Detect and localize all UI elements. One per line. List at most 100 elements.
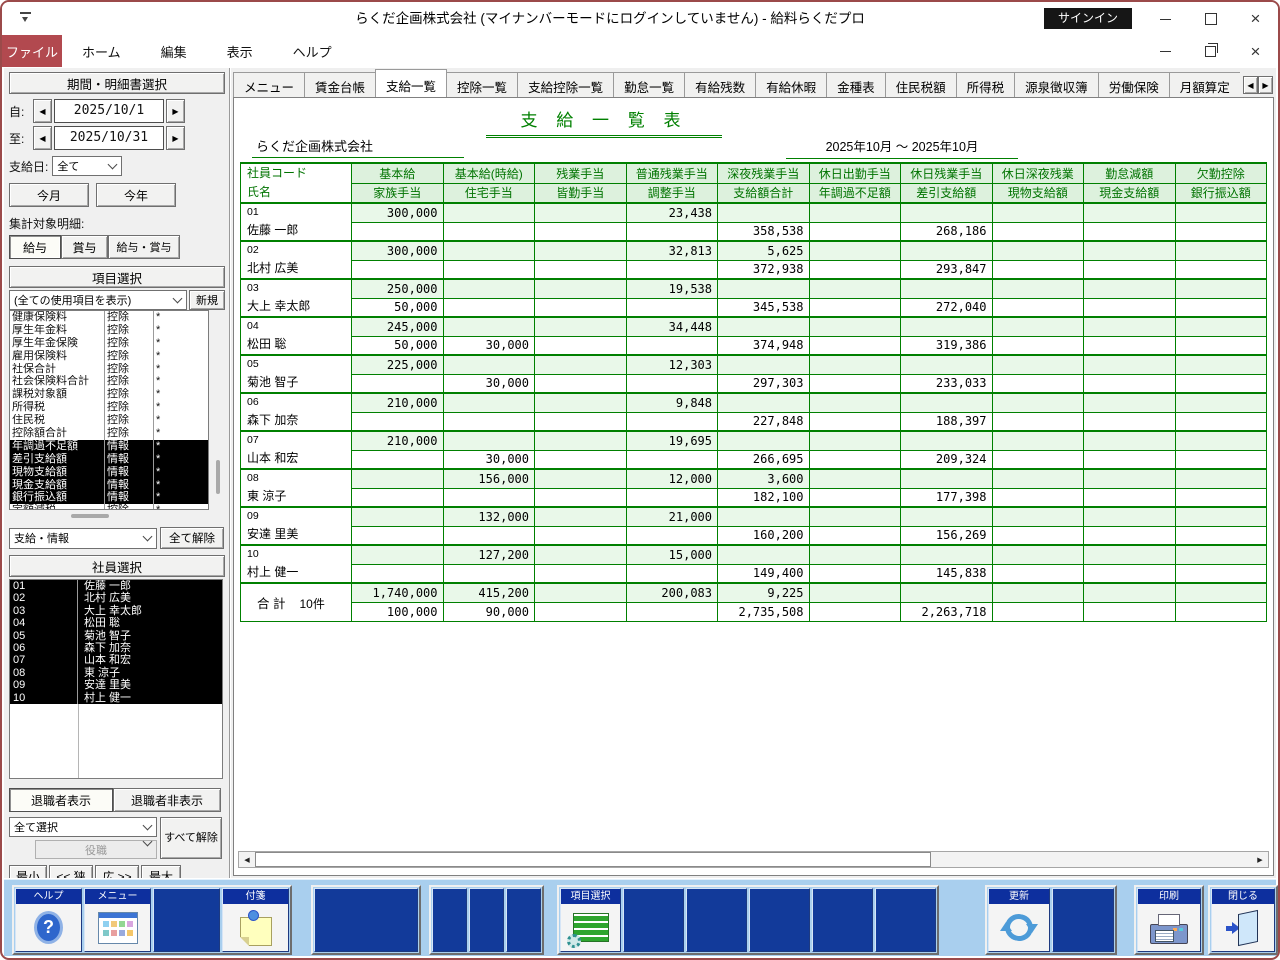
scrollbar-thumb[interactable] (255, 852, 931, 867)
from-date-next-button[interactable]: ▶ (166, 99, 185, 123)
toolbar-button-ヘルプ[interactable]: ヘルプ? (15, 888, 82, 952)
menu-help[interactable]: ヘルプ (273, 35, 352, 67)
item-row[interactable]: 現物支給額情報* (10, 466, 208, 479)
toolbar-button-メニュー[interactable]: メニュー (84, 888, 151, 952)
toolbar-button-閉じる[interactable]: 閉じる (1211, 888, 1275, 952)
toolbar-button-empty[interactable] (875, 888, 936, 952)
from-date-input[interactable]: 2025/10/1 (54, 99, 164, 123)
close-button[interactable]: × (1233, 2, 1278, 35)
payday-select[interactable]: 全て (52, 156, 122, 176)
menu-edit[interactable]: 編集 (141, 35, 207, 67)
toolbar-button-empty[interactable] (469, 888, 504, 952)
employee-row[interactable]: 10村上 健一 (10, 692, 222, 704)
signin-button[interactable]: サインイン (1044, 8, 1132, 29)
toolbar-button-付箋[interactable]: 付箋 (222, 888, 289, 952)
item-row[interactable]: 差引支給額情報* (10, 453, 208, 466)
employee-row[interactable]: 09安達 里美 (10, 679, 222, 691)
item-row[interactable]: 現金支給額情報* (10, 479, 208, 492)
target-both-button[interactable]: 給与・賞与 (108, 235, 180, 259)
minimize-button[interactable] (1143, 2, 1188, 35)
child-minimize-button[interactable] (1143, 35, 1188, 67)
maximize-button[interactable] (1188, 2, 1233, 35)
from-date-prev-button[interactable]: ◀ (33, 99, 52, 123)
menu-view[interactable]: 表示 (207, 35, 273, 67)
width-max-button[interactable]: 最大 (141, 865, 181, 878)
employee-row[interactable]: 01佐藤 一郎 (10, 580, 222, 592)
deselect-all-employees-button[interactable]: すべて解除 (160, 817, 222, 859)
width-min-button[interactable]: 最小 (9, 865, 47, 878)
employee-row[interactable]: 08東 涼子 (10, 667, 222, 679)
tab-控除一覧[interactable]: 控除一覧 (446, 72, 518, 97)
tab-住民税額[interactable]: 住民税額 (885, 72, 957, 97)
width-narrow-button[interactable]: << 狭 (49, 865, 93, 878)
period-section-header[interactable]: 期間・明細書選択 (9, 72, 225, 94)
item-row[interactable]: 社保合計控除* (10, 363, 208, 376)
tab-scroll-right-button[interactable]: ▶ (1258, 76, 1273, 94)
item-row[interactable]: 厚生年金保険控除* (10, 337, 208, 350)
tab-有給休暇[interactable]: 有給休暇 (755, 72, 827, 97)
employee-list[interactable]: 01佐藤 一郎02北村 広美03大上 幸太郎04松田 聡05菊池 智子06森下 … (9, 579, 223, 779)
tab-所得税[interactable]: 所得税 (956, 72, 1016, 97)
tab-支給一覧[interactable]: 支給一覧 (375, 69, 447, 97)
employee-filter-select[interactable]: 全て選択 (9, 817, 157, 837)
tab-金種表[interactable]: 金種表 (826, 72, 886, 97)
tab-賃金台帳[interactable]: 賃金台帳 (304, 72, 376, 97)
to-date-next-button[interactable]: ▶ (166, 126, 185, 150)
employee-row[interactable]: 05菊池 智子 (10, 630, 222, 642)
scroll-left-icon[interactable]: ◀ (239, 852, 255, 867)
item-row[interactable]: 控除額合計控除* (10, 427, 208, 440)
menu-home[interactable]: ホーム (62, 35, 141, 67)
tab-源泉徴収簿[interactable]: 源泉徴収簿 (1014, 72, 1099, 97)
employee-row[interactable]: 07山本 和宏 (10, 654, 222, 666)
scroll-right-icon[interactable]: ▶ (1252, 852, 1268, 867)
child-restore-button[interactable] (1188, 35, 1233, 67)
tab-scroll-left-button[interactable]: ◀ (1243, 76, 1258, 94)
employee-row[interactable]: 03大上 幸太郎 (10, 605, 222, 617)
toolbar-button-empty[interactable] (623, 888, 684, 952)
show-retirees-button[interactable]: 退職者表示 (9, 788, 113, 812)
item-category-select[interactable]: 支給・情報 (9, 528, 157, 549)
item-list-scrollbar[interactable] (216, 460, 220, 494)
employee-row[interactable]: 06森下 加奈 (10, 642, 222, 654)
item-list-hscrollbar[interactable] (71, 514, 109, 518)
this-year-button[interactable]: 今年 (96, 183, 176, 207)
toolbar-button-empty[interactable] (812, 888, 873, 952)
hide-retirees-button[interactable]: 退職者非表示 (113, 788, 221, 812)
toolbar-button-empty[interactable] (506, 888, 541, 952)
toolbar-button-empty[interactable] (1052, 888, 1114, 952)
deselect-all-items-button[interactable]: 全て解除 (160, 527, 224, 549)
item-row[interactable]: 所得税控除* (10, 401, 208, 414)
toolbar-button-empty[interactable] (432, 888, 467, 952)
toolbar-button-更新[interactable]: 更新 (988, 888, 1050, 952)
toolbar-button-印刷[interactable]: 印刷 (1137, 888, 1201, 952)
item-row[interactable]: 銀行振込額情報* (10, 491, 208, 504)
tab-労働保険[interactable]: 労働保険 (1098, 72, 1170, 97)
this-month-button[interactable]: 今月 (9, 183, 89, 207)
item-row[interactable]: 健康保険料控除* (10, 311, 208, 324)
tab-メニュー[interactable]: メニュー (233, 72, 305, 97)
item-list[interactable]: 健康保険料控除*厚生年金料控除*厚生年金保険控除*雇用保険料控除*社保合計控除*… (9, 310, 209, 510)
menu-file[interactable]: ファイル (2, 35, 62, 67)
new-item-button[interactable]: 新規 (189, 290, 225, 310)
to-date-prev-button[interactable]: ◀ (33, 126, 52, 150)
report-hscrollbar[interactable]: ◀ ▶ (238, 851, 1269, 868)
item-filter-select[interactable]: (全ての使用項目を表示) (9, 290, 187, 310)
target-salary-button[interactable]: 給与 (9, 235, 61, 259)
tab-有給残数[interactable]: 有給残数 (684, 72, 756, 97)
toolbar-button-empty[interactable] (314, 888, 418, 952)
toolbar-button-項目選択[interactable]: 項目選択 (560, 888, 621, 952)
width-wide-button[interactable]: 広 >> (95, 865, 139, 878)
item-row[interactable]: 住民税控除* (10, 414, 208, 427)
target-bonus-button[interactable]: 賞与 (61, 235, 108, 259)
employee-row[interactable]: 02北村 広美 (10, 592, 222, 604)
item-section-header[interactable]: 項目選択 (9, 266, 225, 288)
tab-月額算定[interactable]: 月額算定 (1169, 72, 1240, 97)
child-close-button[interactable]: × (1233, 35, 1278, 67)
employee-section-header[interactable]: 社員選択 (9, 555, 225, 577)
toolbar-button-empty[interactable] (153, 888, 220, 952)
tab-支給控除一覧[interactable]: 支給控除一覧 (517, 72, 614, 97)
to-date-input[interactable]: 2025/10/31 (54, 126, 164, 150)
toolbar-button-empty[interactable] (749, 888, 810, 952)
item-row[interactable]: 厚生年金料控除* (10, 324, 208, 337)
toolbar-button-empty[interactable] (686, 888, 747, 952)
